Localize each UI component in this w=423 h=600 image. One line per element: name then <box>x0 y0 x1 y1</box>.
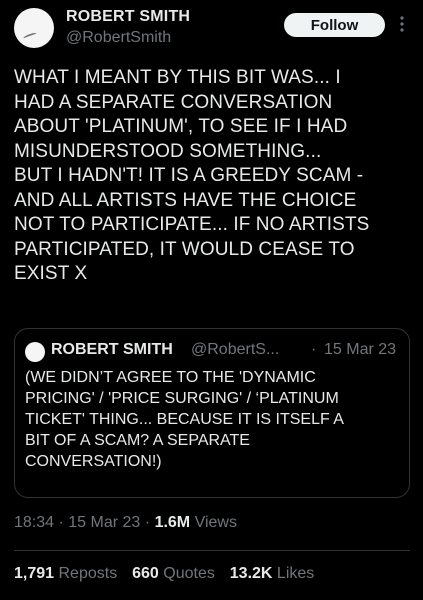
reposts-stat[interactable]: 1,791 Reposts <box>14 565 122 582</box>
quotes-label: Quotes <box>163 565 215 582</box>
divider <box>14 550 410 551</box>
views-label: Views <box>194 514 237 531</box>
quote-author-name: ROBERT SMITH <box>51 341 173 358</box>
quote-separator: · <box>311 341 317 358</box>
author-name[interactable]: ROBERT SMITH <box>66 8 190 26</box>
tweet: ROBERT SMITH @RobertSmith Follow WHAT I … <box>0 0 423 600</box>
quoted-tweet-card[interactable]: ROBERT SMITH @RobertS... · 15 Mar 23 (WE… <box>14 328 410 498</box>
post-time[interactable]: 18:34 <box>14 514 54 531</box>
views-count: 1.6M <box>154 514 191 531</box>
tweet-text: WHAT I MEANT BY THIS BIT WAS... I HAD A … <box>14 67 370 284</box>
quote-author-handle: @RobertS... <box>191 341 280 358</box>
quotes-stat[interactable]: 660 Quotes <box>132 565 219 582</box>
avatar[interactable] <box>14 8 54 48</box>
meta-separator: · <box>58 514 69 531</box>
tweet-meta: 18:34 · 15 Mar 23 · 1.6M Views <box>14 514 237 532</box>
quote-avatar <box>25 342 45 362</box>
likes-count: 13.2K <box>229 565 273 582</box>
likes-stat[interactable]: 13.2K Likes <box>230 565 315 582</box>
more-vertical-icon[interactable] <box>396 14 408 34</box>
follow-button[interactable]: Follow <box>284 13 385 37</box>
avatar-signature <box>22 31 38 41</box>
quote-date: 15 Mar 23 <box>324 341 397 358</box>
quotes-count: 660 <box>132 565 159 582</box>
engagement-stats: 1,791 Reposts 660 Quotes 13.2K Likes <box>14 565 314 583</box>
meta-separator: · <box>144 514 155 531</box>
likes-label: Likes <box>276 565 315 582</box>
quote-text: (WE DIDN’T AGREE TO THE 'DYNAMIC PRICING… <box>25 369 344 470</box>
reposts-count: 1,791 <box>14 565 55 582</box>
post-date[interactable]: 15 Mar 23 <box>68 514 140 531</box>
reposts-label: Reposts <box>58 565 118 582</box>
author-handle[interactable]: @RobertSmith <box>66 29 171 47</box>
